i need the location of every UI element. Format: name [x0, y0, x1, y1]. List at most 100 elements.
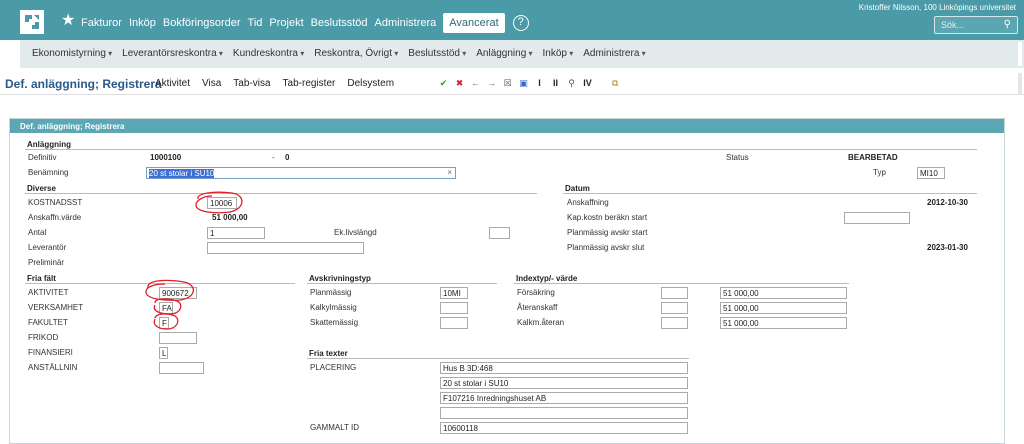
ek-livslangd-label: Ek.livslängd: [334, 228, 377, 237]
favorites-star-icon[interactable]: ★: [61, 13, 75, 29]
module-nav-bar: Ekonomistyrning Leverantörsreskontra Kun…: [20, 40, 1024, 68]
kalkylmassig-label: Kalkylmässig: [310, 303, 357, 312]
kalkm-ateran-value-field[interactable]: 51 000,00: [720, 317, 847, 329]
avskr-slut-label: Planmässig avskr slut: [567, 243, 645, 252]
search-icon[interactable]: ⚲: [1004, 19, 1011, 30]
menu-leverantorsreskontra[interactable]: Leverantörsreskontra: [122, 48, 223, 59]
anskaffning-label: Anskaffning: [567, 198, 609, 207]
menu-anlaggning[interactable]: Anläggning: [476, 48, 532, 59]
menu-inkop[interactable]: Inköp: [543, 48, 574, 59]
section-anlaggning: Anläggning: [27, 140, 71, 149]
gammalt-id-field[interactable]: 10600118: [440, 422, 688, 434]
nav-beslutsstod[interactable]: Beslutsstöd: [311, 17, 368, 29]
frikod-label: FRIKOD: [28, 333, 59, 342]
tab-tab-register[interactable]: Tab-register: [283, 78, 336, 89]
benamning-field[interactable]: 20 st stolar i SU10 ×: [146, 167, 456, 179]
placering-line-4[interactable]: [440, 407, 688, 419]
antal-field[interactable]: 1: [207, 227, 265, 239]
menu-ekonomistyrning[interactable]: Ekonomistyrning: [32, 48, 112, 59]
anskaffn-label: Anskaffn.värde: [28, 213, 82, 222]
help-icon[interactable]: ?: [512, 15, 529, 31]
ateranskaff-index-field[interactable]: [661, 302, 688, 314]
copy-icon[interactable]: ⧉: [612, 78, 618, 89]
anstallnin-label: ANSTÄLLNIN: [28, 363, 78, 372]
fakultet-label: FAKULTET: [28, 318, 68, 327]
benamning-label: Benämning: [28, 168, 69, 177]
anskaffn-value: 51 000,00: [212, 213, 248, 222]
double-text-icon[interactable]: II: [550, 78, 561, 89]
forsakring-index-field[interactable]: [661, 287, 688, 299]
menu-kundreskontra[interactable]: Kundreskontra: [233, 48, 304, 59]
ateranskaff-value-field[interactable]: 51 000,00: [720, 302, 847, 314]
tab-tab-visa[interactable]: Tab-visa: [233, 78, 270, 89]
search-placeholder: Sök...: [941, 20, 965, 30]
planmassig-label: Planmässig: [310, 288, 352, 297]
kap-kostn-field[interactable]: [844, 212, 910, 224]
typ-field[interactable]: MI10: [917, 167, 945, 179]
definitiv-value: 1000100: [150, 153, 182, 162]
leverantor-label: Leverantör: [28, 243, 67, 252]
leverantor-field[interactable]: [207, 242, 364, 254]
avskr-slut-value: 2023-01-30: [927, 243, 968, 252]
fakultet-field[interactable]: F: [159, 317, 169, 329]
roman-iv-icon[interactable]: IV: [582, 78, 593, 89]
skattemassig-label: Skattemässig: [310, 318, 359, 327]
kalkm-ateran-index-field[interactable]: [661, 317, 688, 329]
tab-delsystem[interactable]: Delsystem: [347, 78, 394, 89]
user-name: Kristoffer Nilsson, 100 Linköpings unive…: [858, 3, 1016, 12]
placering-line-1[interactable]: Hus B 3D:468: [440, 362, 688, 374]
nav-avancerat[interactable]: Avancerat: [443, 13, 505, 33]
menu-administrera[interactable]: Administrera: [583, 48, 645, 59]
section-datum: Datum: [565, 184, 590, 193]
forsakring-value-field[interactable]: 51 000,00: [720, 287, 847, 299]
search-input[interactable]: Sök... ⚲: [934, 16, 1018, 34]
divider: [307, 283, 497, 284]
forsakring-label: Försäkring: [517, 288, 555, 297]
check-icon[interactable]: ✔: [438, 78, 449, 89]
ek-livslangd-field[interactable]: [489, 227, 510, 239]
kalkylmassig-field[interactable]: [440, 302, 468, 314]
tab-aktivitet[interactable]: Aktivitet: [155, 78, 190, 89]
nav-fakturor[interactable]: Fakturor: [81, 17, 122, 29]
skattemassig-field[interactable]: [440, 317, 468, 329]
save-icon[interactable]: ▣: [518, 78, 529, 89]
status-label: Status: [726, 153, 749, 162]
arrow-right-icon[interactable]: →: [486, 78, 497, 89]
divider: [514, 283, 849, 284]
nav-tid[interactable]: Tid: [248, 17, 263, 29]
text-cursor-icon[interactable]: I: [534, 78, 545, 89]
trash-icon[interactable]: ☒: [502, 78, 513, 89]
frikod-field[interactable]: [159, 332, 197, 344]
delete-icon[interactable]: ✖: [454, 78, 465, 89]
divider: [25, 283, 295, 284]
aktivitet-field[interactable]: 900672: [159, 287, 197, 299]
preliminar-label: Preliminär: [28, 258, 65, 267]
definitiv-label: Definitiv: [28, 153, 57, 162]
arrow-left-icon[interactable]: ←: [470, 78, 481, 89]
verksamhet-field[interactable]: FA: [159, 302, 173, 314]
placering-line-2[interactable]: 20 st stolar i SU10: [440, 377, 688, 389]
kostnadsst-field[interactable]: 10006: [207, 197, 237, 209]
search-icon[interactable]: ⚲: [566, 78, 577, 89]
anstallnin-field[interactable]: [159, 362, 204, 374]
tab-visa[interactable]: Visa: [202, 78, 221, 89]
scroll-edge: [1018, 42, 1022, 66]
planmassig-field[interactable]: 10MI: [440, 287, 468, 299]
nav-bokforingsorder[interactable]: Bokföringsorder: [163, 17, 241, 29]
nav-inkop[interactable]: Inköp: [129, 17, 156, 29]
finansieri-field[interactable]: L: [159, 347, 168, 359]
aktivitet-label: AKTIVITET: [28, 288, 69, 297]
top-nav-bar: ★ Fakturor Inköp Bokföringsorder Tid Pro…: [0, 0, 1024, 40]
ateranskaff-label: Återanskaff: [517, 303, 558, 312]
typ-label: Typ: [873, 168, 886, 177]
clear-icon[interactable]: ×: [447, 168, 452, 177]
menu-reskontra-ovrigt[interactable]: Reskontra, Övrigt: [314, 48, 398, 59]
status-value: BEARBETAD: [848, 153, 898, 162]
menu-beslutsstod[interactable]: Beslutsstöd: [408, 48, 466, 59]
placering-line-3[interactable]: F107216 Inredningshuset AB: [440, 392, 688, 404]
anskaffning-value: 2012-10-30: [927, 198, 968, 207]
page-title: Def. anläggning; Registrera: [5, 77, 162, 91]
logo-icon[interactable]: [20, 10, 44, 34]
nav-administrera[interactable]: Administrera: [375, 17, 437, 29]
nav-projekt[interactable]: Projekt: [269, 17, 303, 29]
